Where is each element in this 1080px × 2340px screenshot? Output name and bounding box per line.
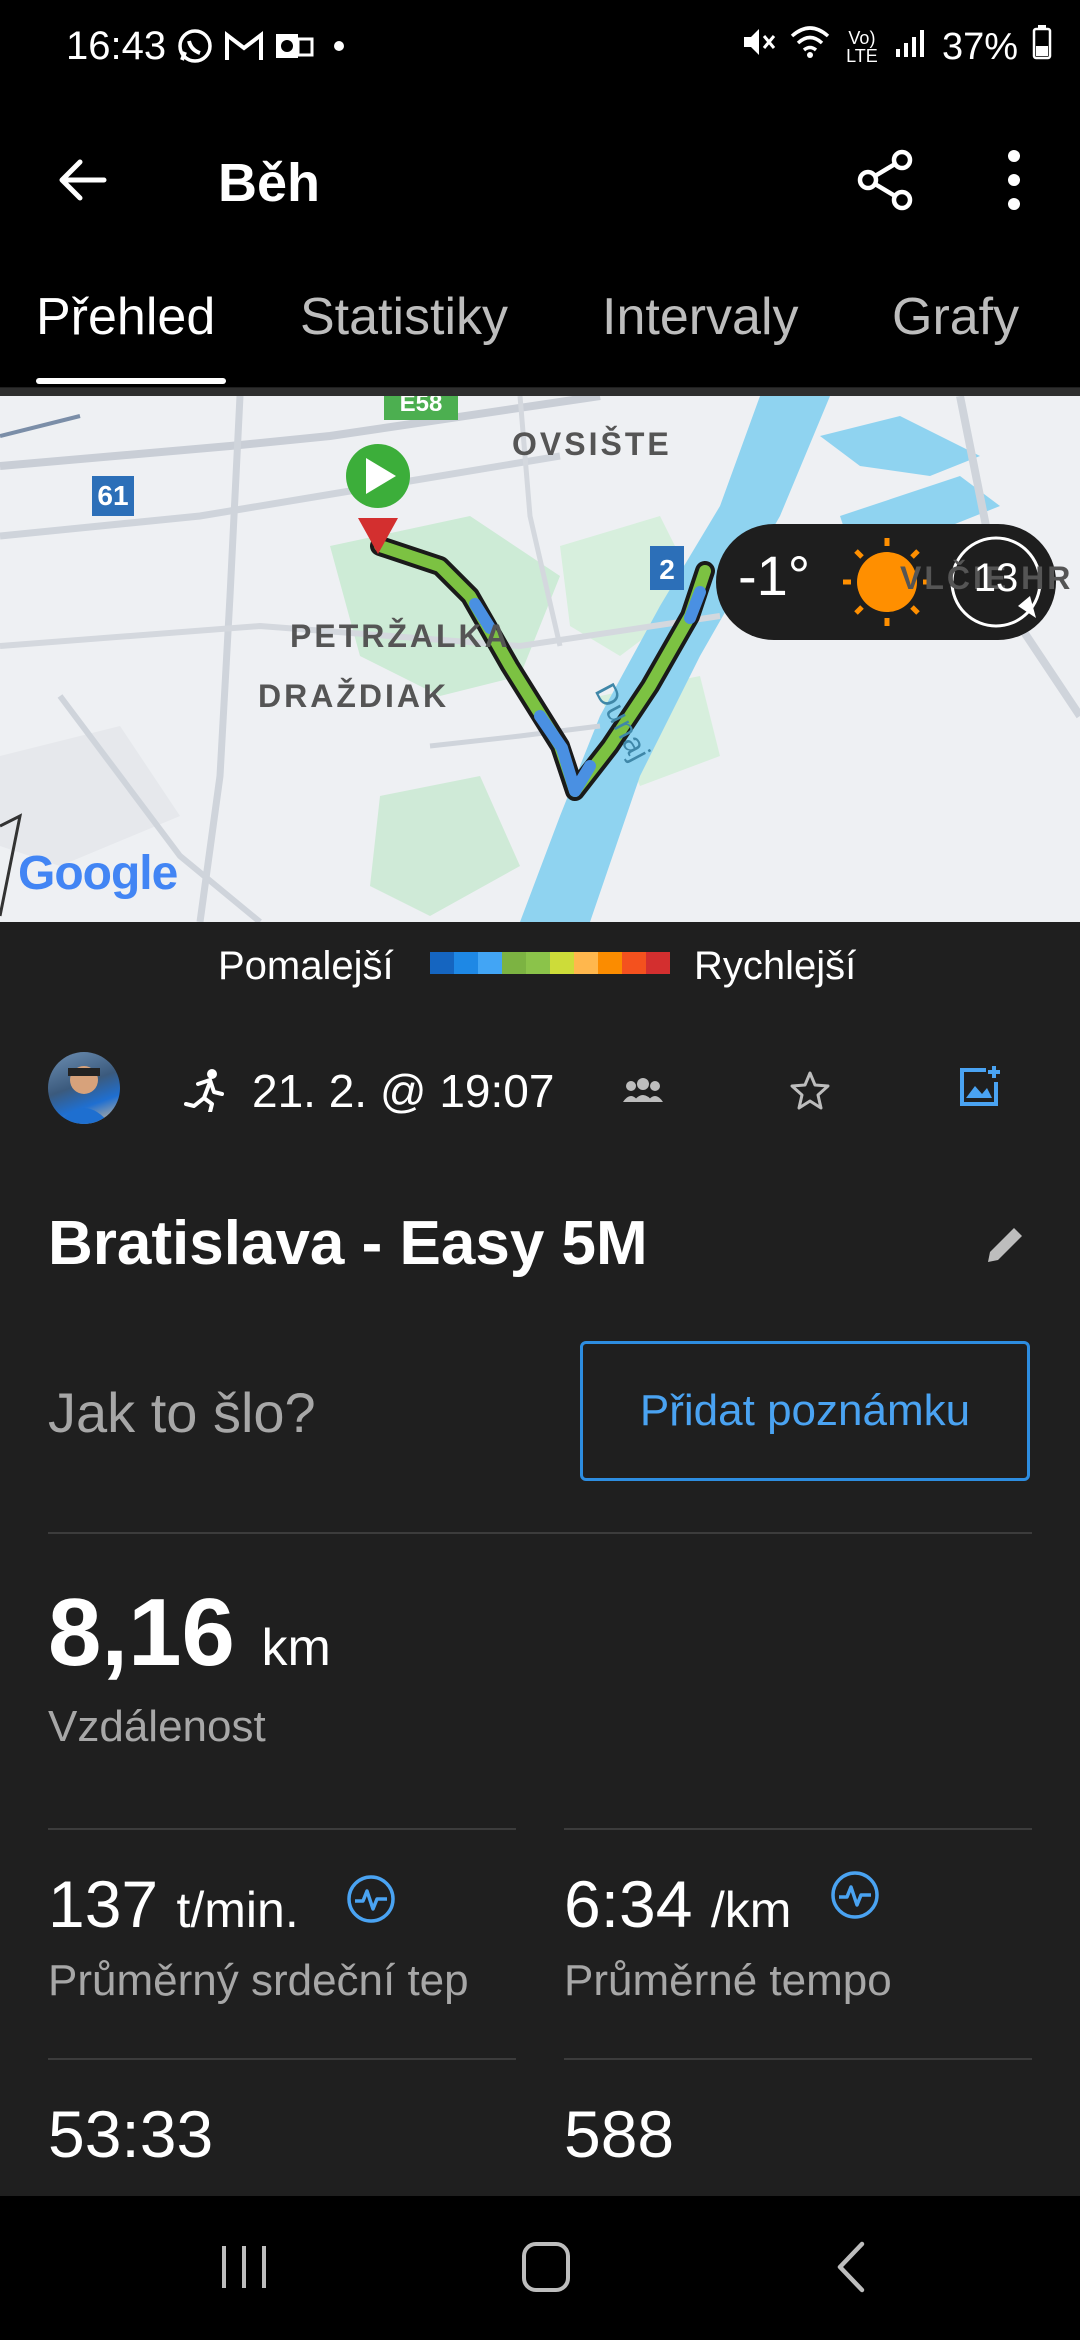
pace-info-icon[interactable] bbox=[830, 1870, 880, 1925]
edit-pencil-icon[interactable] bbox=[984, 1222, 1028, 1271]
add-note-button[interactable]: Přidat poznámku bbox=[580, 1341, 1030, 1481]
avg-pace-label: Průměrné tempo bbox=[564, 1956, 892, 2005]
time-value: 53:33 bbox=[48, 2097, 214, 2171]
system-status: Vo) LTE 37% bbox=[740, 24, 1052, 70]
distance-label: Vzdálenost bbox=[48, 1702, 266, 1751]
legend-swatch bbox=[598, 952, 622, 974]
tab-intervals[interactable]: Intervaly bbox=[602, 287, 799, 347]
system-nav-bar bbox=[0, 2196, 1080, 2340]
avg-pace-value: 6:34 /km bbox=[564, 1866, 791, 1942]
map-background bbox=[0, 396, 1080, 922]
share-icon[interactable] bbox=[854, 148, 918, 217]
divider bbox=[48, 1532, 1032, 1534]
legend-swatch bbox=[574, 952, 598, 974]
back-nav-icon[interactable] bbox=[830, 2240, 870, 2299]
whatsapp-icon bbox=[176, 27, 214, 70]
tab-bar: Přehled Statistiky Intervaly Grafy bbox=[0, 265, 1080, 387]
weather-temperature: -1° bbox=[738, 544, 811, 607]
more-vert-icon[interactable] bbox=[1000, 146, 1028, 219]
add-photo-icon[interactable] bbox=[958, 1064, 1002, 1113]
avatar[interactable] bbox=[48, 1052, 120, 1124]
group-icon[interactable] bbox=[622, 1078, 664, 1109]
legend-swatch bbox=[526, 952, 550, 974]
legend-swatch bbox=[646, 952, 670, 974]
sun-icon bbox=[840, 536, 934, 630]
avg-hr-label: Průměrný srdeční tep bbox=[48, 1956, 469, 2005]
running-icon bbox=[184, 1068, 228, 1117]
avg-hr-value: 137 t/min. bbox=[48, 1866, 299, 1942]
back-arrow-icon[interactable] bbox=[52, 150, 112, 215]
divider bbox=[48, 2058, 516, 2060]
tab-charts[interactable]: Grafy bbox=[892, 287, 1019, 347]
route-map[interactable]: OVSIŠTE PETRŽALKA DRAŽDIAK VLČIE HR Duna… bbox=[0, 396, 1080, 922]
road-shield-61: 61 bbox=[97, 480, 129, 511]
distance-number: 8,16 bbox=[48, 1579, 235, 1686]
legend-swatch bbox=[550, 952, 574, 974]
app-bar: Běh bbox=[0, 100, 1080, 265]
legend-fast-label: Rychlejší bbox=[694, 944, 857, 988]
more-notifications-dot bbox=[324, 36, 354, 61]
legend-slow-label: Pomalejší bbox=[218, 944, 394, 988]
heart-rate-info-icon[interactable] bbox=[346, 1874, 396, 1929]
legend-swatch bbox=[454, 952, 478, 974]
map-label-petrzalka: PETRŽALKA bbox=[290, 618, 511, 654]
legend-swatch bbox=[502, 952, 526, 974]
map-label-ovsiste: OVSIŠTE bbox=[512, 426, 672, 462]
activity-title: Bratislava - Easy 5M bbox=[48, 1209, 648, 1278]
legend-swatch bbox=[430, 952, 454, 974]
map-label-drazdiak: DRAŽDIAK bbox=[258, 678, 450, 714]
calories-value: 588 bbox=[564, 2097, 675, 2171]
outlook-icon bbox=[274, 29, 314, 68]
legend-swatch bbox=[478, 952, 502, 974]
google-logo: Google bbox=[18, 847, 178, 900]
legend-swatch bbox=[622, 952, 646, 974]
divider bbox=[564, 2058, 1032, 2060]
how-did-it-go-prompt: Jak to šlo? bbox=[48, 1381, 316, 1444]
status-time: 16:43 bbox=[66, 24, 167, 68]
status-bar: 16:43 Vo) LTE 37% bbox=[0, 0, 1080, 100]
road-shield-e58: E58 bbox=[399, 396, 443, 417]
battery-percent: 37% bbox=[941, 25, 1018, 68]
pace-legend: Pomalejší Rychlejší bbox=[0, 922, 1080, 1018]
avg-hr-number: 137 bbox=[48, 1867, 159, 1941]
divider bbox=[48, 1828, 516, 1830]
notification-icons bbox=[176, 26, 354, 70]
avg-pace-number: 6:34 bbox=[564, 1867, 693, 1941]
road-shield-2: 2 bbox=[659, 554, 675, 585]
wifi-icon bbox=[790, 24, 830, 70]
battery-icon bbox=[1032, 24, 1052, 70]
avg-hr-unit: t/min. bbox=[176, 1882, 299, 1938]
tab-statistics[interactable]: Statistiky bbox=[300, 287, 508, 347]
activity-datetime: 21. 2. @ 19:07 bbox=[252, 1065, 555, 1117]
star-icon[interactable] bbox=[790, 1070, 830, 1115]
wind-speed: 13 bbox=[973, 556, 1019, 600]
distance-value: 8,16 km bbox=[48, 1578, 331, 1688]
mute-icon bbox=[740, 24, 776, 70]
page-title: Běh bbox=[218, 153, 321, 213]
tabs-divider bbox=[0, 388, 1080, 396]
tab-overview[interactable]: Přehled bbox=[36, 287, 215, 347]
distance-unit: km bbox=[261, 1619, 331, 1677]
volte-label: Vo) LTE bbox=[846, 28, 878, 66]
signal-icon bbox=[894, 26, 928, 69]
gmail-icon bbox=[224, 30, 264, 67]
divider bbox=[564, 1828, 1032, 1830]
pace-gradient-bar bbox=[430, 952, 670, 974]
home-icon[interactable] bbox=[520, 2240, 572, 2299]
activity-meta-row: 21. 2. @ 19:07 bbox=[0, 1040, 1080, 1150]
tab-indicator bbox=[36, 378, 226, 384]
recent-apps-icon[interactable] bbox=[218, 2242, 270, 2297]
avg-pace-unit: /km bbox=[710, 1882, 792, 1938]
